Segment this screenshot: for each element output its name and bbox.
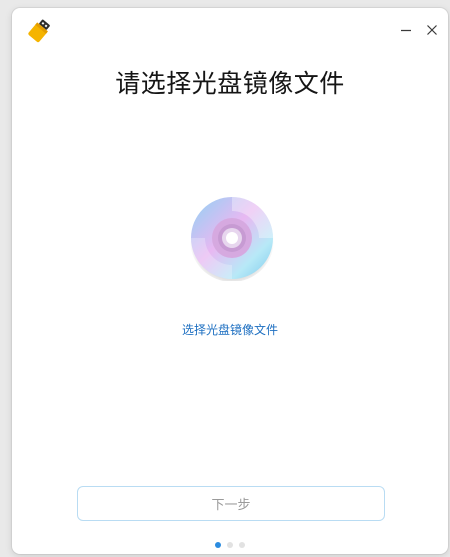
optical-disc-icon <box>189 195 275 282</box>
step-dot-2 <box>227 542 233 548</box>
usb-drive-icon <box>26 16 54 44</box>
next-button[interactable]: 下一步 <box>77 486 385 521</box>
minimize-button[interactable] <box>394 18 418 42</box>
installer-window: 请选择光盘镜像文件 选择光盘镜像文件 下一步 <box>12 8 448 554</box>
close-button[interactable] <box>420 18 444 42</box>
choose-iso-link[interactable]: 选择光盘镜像文件 <box>12 321 448 338</box>
step-dot-3 <box>239 542 245 548</box>
step-dot-1 <box>215 542 221 548</box>
minimize-icon <box>401 29 411 32</box>
step-indicator <box>12 542 448 548</box>
close-icon <box>427 25 437 35</box>
page-title: 请选择光盘镜像文件 <box>115 69 345 98</box>
